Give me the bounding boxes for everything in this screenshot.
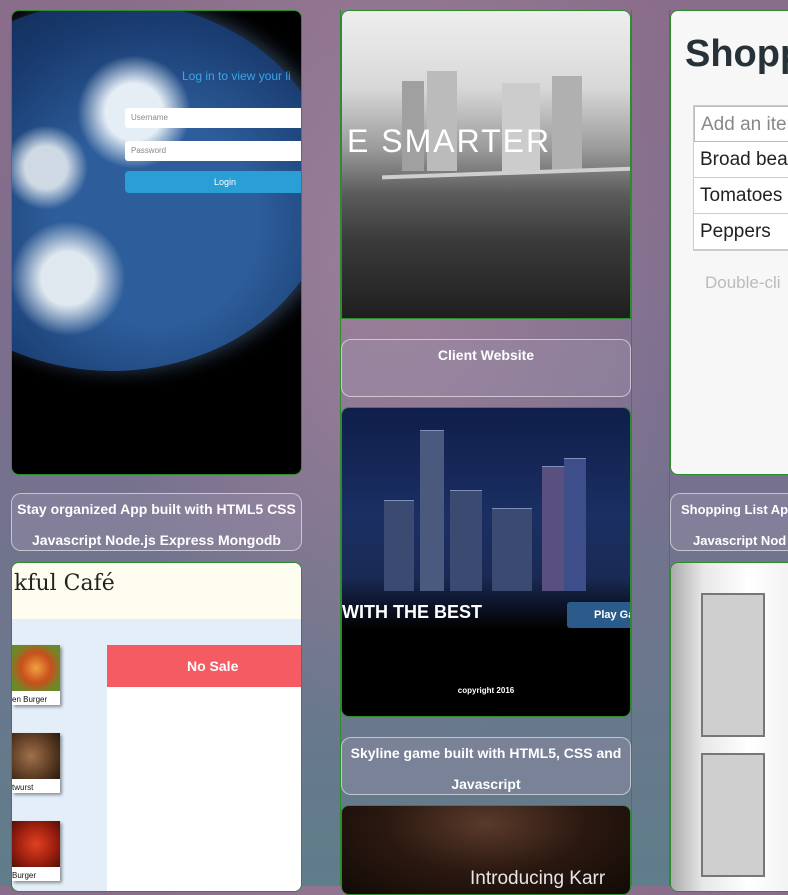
copyright-text: copyright 2016: [457, 686, 515, 695]
password-field[interactable]: Password: [125, 141, 301, 161]
building-shape: [420, 430, 444, 591]
hero-text: Introducing Karr: [470, 868, 606, 889]
building-shape: [450, 490, 482, 591]
project-card-skyline-game[interactable]: WITH THE BEST Play Ga copyright 2016: [341, 407, 631, 717]
menu-item[interactable]: Burger: [12, 821, 60, 881]
project-card-stay-organized[interactable]: Log in to view your li Username Password…: [11, 10, 302, 475]
caption-line-1: Shopping List Ap: [681, 502, 788, 517]
list-item[interactable]: Broad bea: [694, 142, 788, 178]
add-item-input[interactable]: Add an iter: [694, 106, 788, 142]
caption-line-1: Skyline game built with HTML5, CSS and: [350, 745, 622, 761]
caption-line-1: Client Website: [437, 347, 535, 363]
building-shape: [384, 500, 414, 591]
project-card-karaoke[interactable]: Introducing Karr: [341, 805, 631, 895]
food-image: [12, 733, 60, 779]
game-tagline: WITH THE BEST: [342, 602, 482, 622]
building-shape: [492, 508, 532, 591]
caption-shopping-list[interactable]: Shopping List Ap Javascript Nod: [670, 493, 788, 551]
login-title: Log in to view your li: [182, 69, 291, 83]
caption-line-2: Javascript: [451, 776, 521, 792]
door-panel-shape: [701, 753, 765, 877]
order-panel: [107, 687, 301, 891]
list-item[interactable]: Tomatoes: [694, 178, 788, 214]
project-card-cafe[interactable]: kful Café en Burger twurst Burger No Sal…: [11, 562, 302, 892]
list-item[interactable]: Peppers: [694, 214, 788, 250]
column-divider: [631, 10, 632, 886]
building-shape: [552, 76, 582, 171]
project-card-door[interactable]: [670, 562, 788, 892]
play-game-button[interactable]: Play Ga: [567, 602, 630, 628]
caption-skyline-game[interactable]: Skyline game built with HTML5, CSS and J…: [341, 737, 631, 795]
caption-line-2: Javascript Node.js Express Mongodb: [32, 532, 281, 548]
caption-stay-organized[interactable]: Stay organized App built with HTML5 CSS …: [11, 493, 302, 551]
project-card-client-website[interactable]: E SMARTER: [341, 10, 631, 319]
cafe-title: kful Café: [14, 571, 115, 596]
food-image: [12, 821, 60, 867]
hero-text: E SMARTER: [347, 123, 552, 159]
menu-item-label: Burger: [12, 871, 37, 880]
city-image: [342, 11, 630, 318]
food-image: [12, 645, 60, 691]
menu-item[interactable]: twurst: [12, 733, 60, 793]
app-title: Shopp: [685, 33, 788, 75]
menu-item-label: twurst: [12, 783, 34, 792]
caption-client-website[interactable]: Client Website: [341, 339, 631, 397]
no-sale-button[interactable]: No Sale: [107, 645, 301, 716]
shopping-list: Add an iter Broad bea Tomatoes Peppers: [693, 105, 788, 251]
username-field[interactable]: Username: [125, 108, 301, 128]
building-shape: [564, 458, 586, 591]
login-button[interactable]: Login: [125, 171, 301, 193]
no-sale-label: No Sale: [187, 658, 239, 674]
hint-text: Double-cli: [705, 273, 781, 292]
caption-line-2: Javascript Nod: [693, 533, 787, 548]
caption-line-1: Stay organized App built with HTML5 CSS: [17, 501, 296, 517]
door-panel-shape: [701, 593, 765, 737]
project-card-shopping-list[interactable]: Shopp Add an iter Broad bea Tomatoes Pep…: [670, 10, 788, 475]
cafe-header: kful Café: [12, 563, 301, 619]
menu-item-label: en Burger: [12, 695, 48, 704]
menu-item[interactable]: en Burger: [12, 645, 60, 705]
